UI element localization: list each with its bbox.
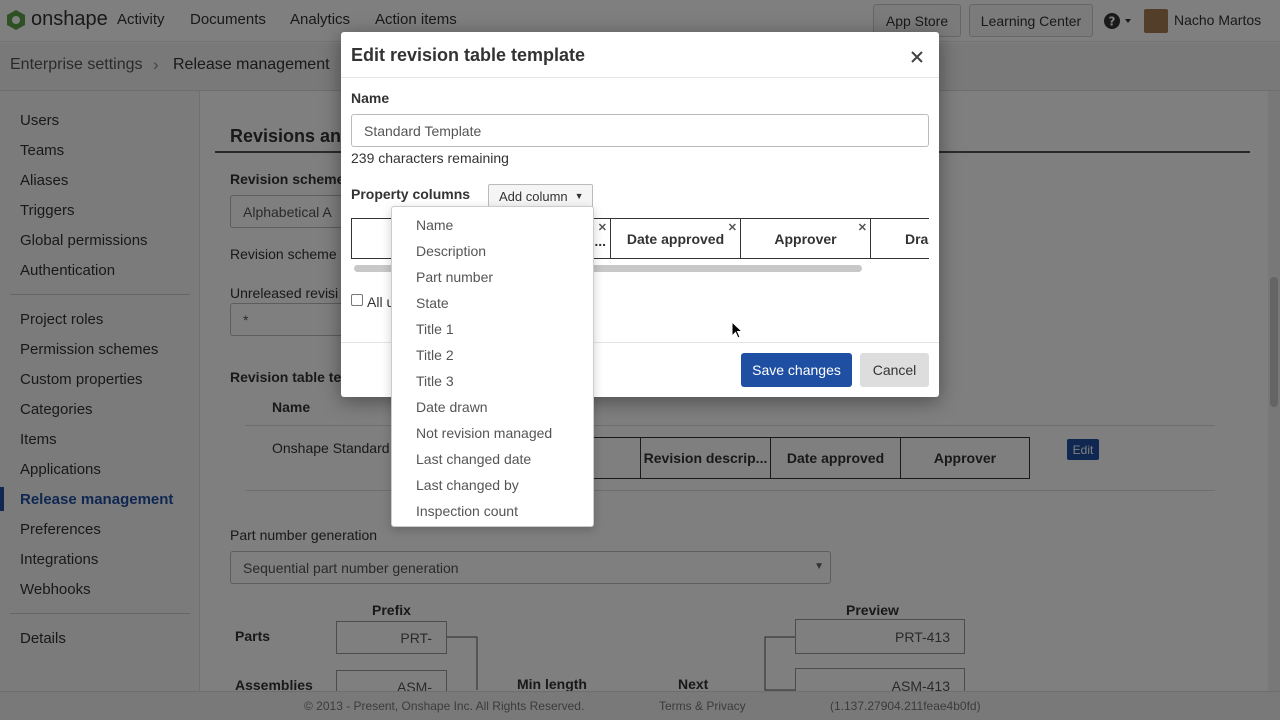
dropdown-item-title-2[interactable]: Title 2 xyxy=(416,347,454,363)
save-changes-button[interactable]: Save changes xyxy=(741,353,852,387)
dropdown-item-state[interactable]: State xyxy=(416,295,449,311)
dropdown-item-title-3[interactable]: Title 3 xyxy=(416,373,454,389)
cancel-button[interactable]: Cancel xyxy=(860,353,929,387)
dropdown-item-not-revision-managed[interactable]: Not revision managed xyxy=(416,425,552,441)
add-column-label: Add column xyxy=(499,188,568,204)
remove-column-icon[interactable]: ✕ xyxy=(858,221,867,234)
modal-title: Edit revision table template xyxy=(351,45,586,65)
dropdown-item-description[interactable]: Description xyxy=(416,243,486,259)
all-checkbox[interactable] xyxy=(351,294,363,306)
dropdown-item-name[interactable]: Name xyxy=(416,217,453,233)
dropdown-item-last-changed-date[interactable]: Last changed date xyxy=(416,451,531,467)
column-label: Date approved xyxy=(626,230,725,247)
close-icon[interactable] xyxy=(911,51,923,63)
add-column-dropdown-menu: Name Description Part number State Title… xyxy=(391,206,594,527)
dropdown-item-part-number[interactable]: Part number xyxy=(416,269,493,285)
chars-remaining: 239 characters remaining xyxy=(351,150,509,166)
property-column-header[interactable]: Dra xyxy=(870,218,929,259)
column-label: Dra xyxy=(905,230,929,247)
template-name-input[interactable]: Standard Template xyxy=(351,114,929,147)
dropdown-item-title-1[interactable]: Title 1 xyxy=(416,321,454,337)
add-column-button[interactable]: Add column ▼ xyxy=(488,184,593,208)
modal-header-divider xyxy=(341,77,939,78)
dropdown-item-last-changed-by[interactable]: Last changed by xyxy=(416,477,519,493)
column-label: Approver xyxy=(774,230,837,247)
property-column-header[interactable]: Approver ✕ xyxy=(740,218,871,259)
name-label: Name xyxy=(351,90,390,106)
column-label: ... xyxy=(594,233,606,249)
caret-down-icon: ▼ xyxy=(574,191,584,201)
remove-column-icon[interactable]: ✕ xyxy=(728,221,737,234)
mouse-cursor-icon xyxy=(731,321,744,339)
property-column-header[interactable]: Date approved ✕ xyxy=(610,218,741,259)
dropdown-item-inspection-count[interactable]: Inspection count xyxy=(416,503,518,519)
remove-column-icon[interactable]: ✕ xyxy=(598,221,607,234)
dropdown-item-date-drawn[interactable]: Date drawn xyxy=(416,399,488,415)
property-columns-label: Property columns xyxy=(351,186,471,202)
